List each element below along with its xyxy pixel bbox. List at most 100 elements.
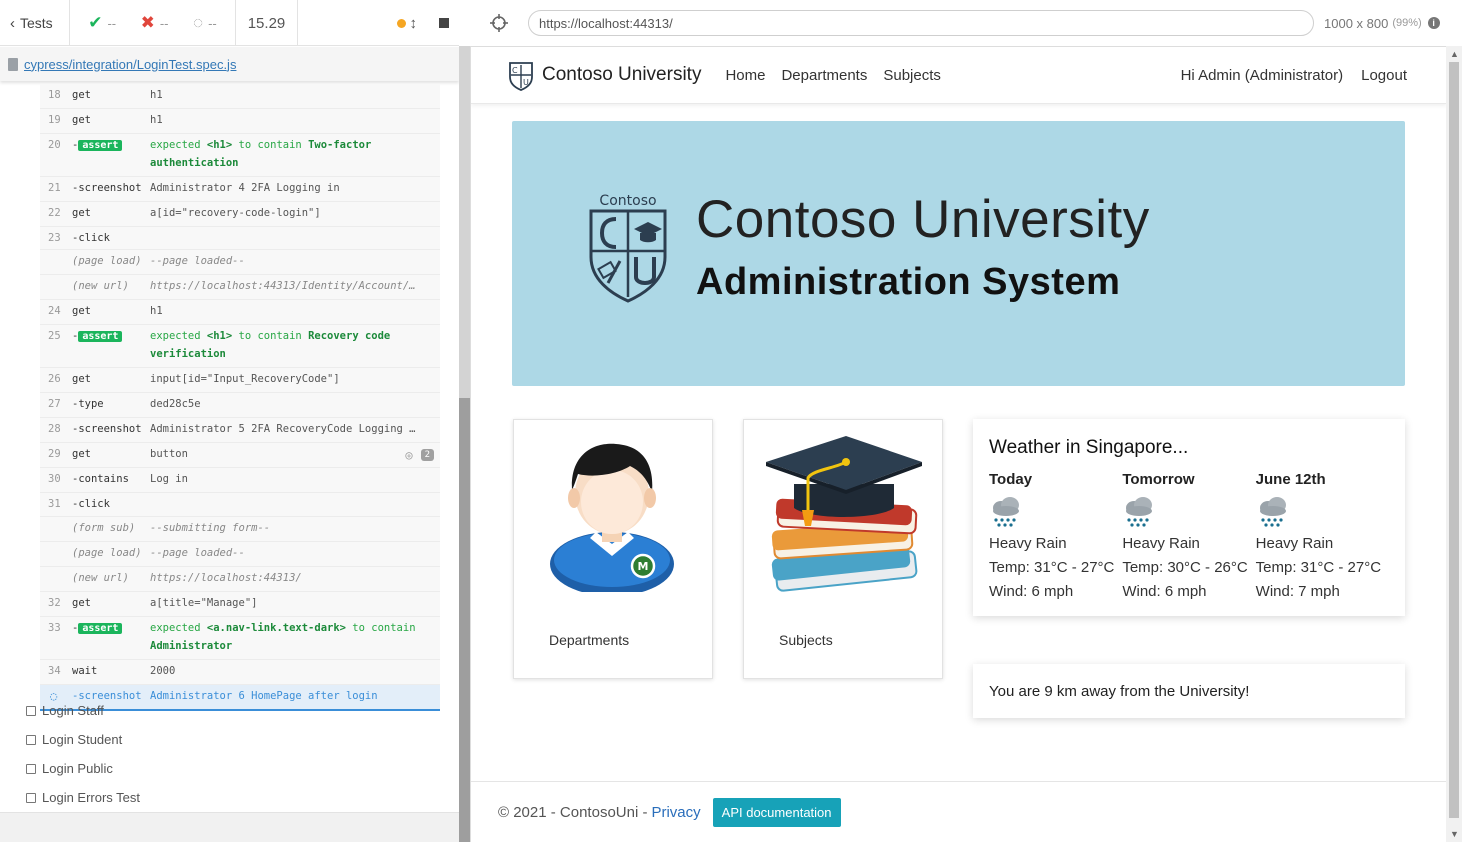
weather-condition: Heavy Rain (1255, 535, 1334, 552)
command-name: (page load) (72, 255, 142, 268)
temperature: Temp: 31°C - 27°C (1255, 559, 1382, 576)
command-message: input[id="Input_RecoveryCode"] (150, 373, 340, 386)
scroll-down-icon[interactable]: ▼ (1450, 829, 1459, 839)
arrows-vertical-icon: ↕ (409, 14, 418, 32)
command-row[interactable]: 26 get input[id="Input_RecoveryCode"] (40, 368, 440, 394)
nav-departments-link[interactable]: Departments (781, 67, 867, 84)
wind: Wind: 7 mph (1255, 583, 1340, 600)
api-documentation-button[interactable]: API documentation (712, 798, 841, 827)
app-scrollbar-thumb[interactable] (1449, 62, 1459, 818)
selector-playground-button[interactable] (484, 8, 514, 38)
command-message: h1 (150, 305, 163, 318)
message-part: to contain (232, 330, 309, 343)
command-number: 30 (48, 473, 61, 486)
nav-home-link[interactable]: Home (725, 67, 765, 84)
user-nav: Hi Admin (Administrator) Logout (1181, 67, 1407, 84)
command-row[interactable]: 30 -contains Log in (40, 468, 440, 494)
command-row[interactable]: 24 get h1 (40, 300, 440, 326)
heavy-rain-icon (1122, 494, 1156, 528)
test-item[interactable]: Login Public (26, 754, 140, 783)
command-row[interactable]: 18 get h1 (40, 84, 440, 109)
command-row[interactable]: (form sub) --submitting form-- (40, 516, 440, 542)
temperature: Temp: 31°C - 27°C (989, 559, 1115, 576)
command-message: --page loaded-- (150, 546, 245, 559)
weather-widget: Weather in Singapore... Today Heavy Rain T… (973, 419, 1405, 616)
command-name: get (72, 448, 91, 461)
brand[interactable]: C U Contoso University (508, 59, 701, 91)
command-number: 23 (48, 232, 61, 244)
message-part: expected (150, 139, 207, 151)
command-number: 26 (48, 373, 61, 386)
scroll-up-icon[interactable]: ▲ (1450, 49, 1459, 59)
assert-badge: assert (78, 622, 123, 634)
app-under-test: C U Contoso University Home Departments … (470, 46, 1446, 842)
command-row[interactable]: (page load) --page loaded-- (40, 541, 440, 567)
temperature: Temp: 30°C - 26°C (1122, 559, 1248, 576)
test-item[interactable]: Login Staff (26, 696, 140, 725)
command-row[interactable]: 31 -click (40, 493, 440, 517)
logo-text: Contoso (599, 193, 656, 209)
message-part: to contain (232, 139, 309, 151)
subjects-card[interactable]: Subjects (743, 419, 943, 679)
command-row[interactable]: 22 get a[id="recovery-code-login"] (40, 202, 440, 227)
command-number: 33 (48, 621, 61, 634)
command-row[interactable]: 27 -type ded28c5e (40, 393, 440, 419)
stop-button[interactable] (439, 18, 449, 28)
logout-link[interactable]: Logout (1361, 67, 1407, 84)
command-number (40, 280, 72, 295)
app-scrollbar[interactable]: ▲ ▼ (1446, 46, 1462, 842)
url-field[interactable]: https://localhost:44313/ (528, 10, 1314, 36)
command-row[interactable]: 23 -click (40, 227, 440, 251)
command-name: -contains (72, 473, 129, 486)
command-message: 2000 (150, 664, 176, 677)
command-row[interactable]: 28 -screenshot Administrator 5 2FA Recover… (40, 418, 440, 444)
assert-badge: assert (78, 331, 123, 343)
assert-badge: assert (78, 140, 123, 151)
message-part: <a.nav-link.text-dark> (206, 621, 346, 634)
manage-account-link[interactable]: Hi Admin (Administrator) (1181, 67, 1344, 84)
command-number: 32 (48, 596, 61, 609)
command-row[interactable]: 29 get button ◎ 2 (40, 443, 440, 469)
info-icon[interactable]: i (1427, 17, 1440, 29)
weather-condition: Heavy Rain (989, 535, 1067, 552)
command-row[interactable]: 19 get h1 (40, 109, 440, 134)
test-item[interactable]: Login Student (26, 725, 140, 754)
aut-header: https://localhost:44313/ 1000 x 800 (99%… (470, 0, 1462, 46)
scrollbar-thumb[interactable] (459, 398, 470, 842)
runner-scrollbar[interactable] (459, 46, 470, 842)
command-row[interactable]: (new url) https://localhost:44313/ (40, 566, 440, 592)
spec-path-link[interactable]: cypress/integration/LoginTest.spec.js (24, 57, 236, 72)
command-row[interactable]: 21 -screenshot Administrator 4 2FA Logging… (40, 177, 440, 202)
svg-text:M: M (638, 560, 649, 573)
command-row[interactable]: 20 - assert expected <h1> to contain Two-fa… (40, 134, 440, 177)
banner-subtitle: Administration System (696, 261, 1121, 303)
command-row[interactable]: 33 - assert expected <a.nav-link.text-dark>… (40, 616, 440, 660)
day-name: Today (989, 471, 1033, 488)
command-message: h1 (150, 114, 163, 126)
departments-card[interactable]: M Departments (513, 419, 713, 679)
check-icon: ✔ (88, 13, 103, 32)
command-message: expected <h1> to contain Recovery code v… (150, 327, 440, 363)
heavy-rain-icon (1256, 494, 1290, 528)
command-name: - assert (72, 622, 150, 655)
viewport-zoom: (99%) (1392, 17, 1422, 29)
command-number: 29 (48, 448, 61, 461)
command-name: (form sub) (72, 521, 136, 534)
command-row[interactable]: 32 get a[title="Manage"] (40, 591, 440, 617)
university-logo-icon: Contoso (589, 193, 667, 303)
user-avatar-icon: M (550, 443, 674, 592)
command-row[interactable]: 34 wait 2000 (40, 659, 440, 685)
eye-slash-icon: ◎ (405, 448, 413, 463)
command-name: - assert (72, 330, 150, 363)
command-message: expected <h1> to contain Two-factor auth… (150, 136, 440, 172)
auto-scroll-toggle[interactable]: ↕ (396, 14, 418, 32)
command-row[interactable]: (new url) https://localhost:44313/Identit… (40, 275, 440, 301)
command-row[interactable]: (page load) --page loaded-- (40, 250, 440, 276)
duration: 15.29 (236, 0, 298, 46)
privacy-link[interactable]: Privacy (651, 804, 700, 821)
test-item[interactable]: Login Errors Test (26, 783, 140, 812)
tests-button[interactable]: ‹ Tests (0, 0, 70, 46)
nav-subjects-link[interactable]: Subjects (883, 67, 941, 84)
command-message: ded28c5e (150, 398, 201, 411)
command-row[interactable]: 25 - assert expected <h1> to contain Recove… (40, 325, 440, 369)
